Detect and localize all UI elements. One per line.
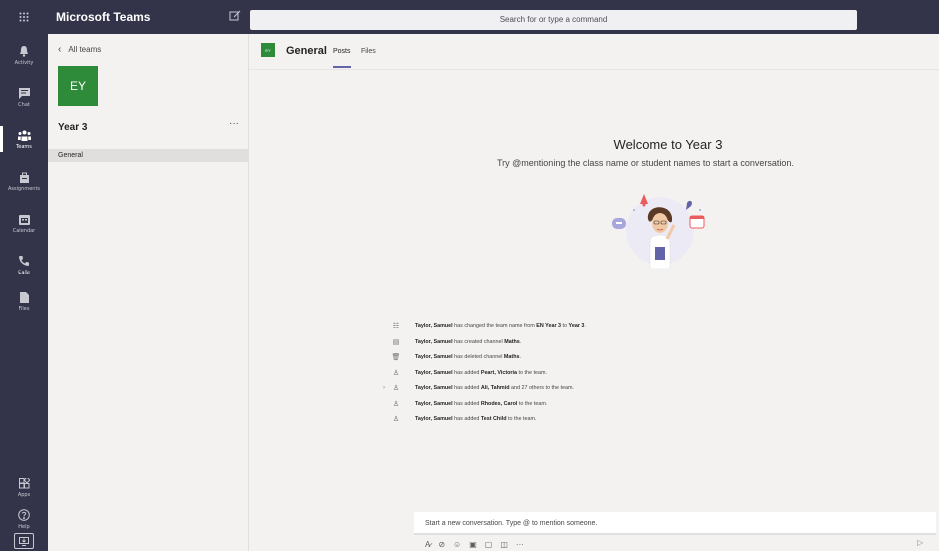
rail-item-assignments[interactable]: Assignments [0,160,48,202]
send-icon[interactable]: ▷ [917,538,923,547]
all-teams-link[interactable]: ‹ All teams [58,44,101,55]
activity-text: Taylor, Samuel has added Peart, Victoria… [415,369,547,376]
chevron-right-icon[interactable]: › [383,385,385,391]
list-item: ♙ Taylor, Samuel has added Test Child to… [391,413,791,429]
active-tab-indicator [333,66,351,68]
help-icon [17,508,31,522]
compose-toolbar: A̷ ⊘ ☺ ▣ ▢ ◫ ··· [425,538,524,550]
welcome-illustration [610,189,710,270]
list-item: ▤ Taylor, Samuel has created channel Mat… [391,336,791,352]
team-rename-icon: ☷ [392,323,400,330]
list-item: 🗑 Taylor, Samuel has deleted channel Mat… [391,351,791,367]
gif-icon[interactable]: ▣ [469,540,477,549]
list-item: ♙ Taylor, Samuel has added Peart, Victor… [391,367,791,383]
rail-item-calendar[interactable]: Calendar [0,202,48,244]
tab-posts[interactable]: Posts [333,48,351,55]
more-apps-button[interactable]: ... [0,266,48,277]
new-chat-icon[interactable] [229,9,245,25]
file-icon [17,290,31,304]
emoji-icon[interactable]: ☺ [453,540,461,549]
rail-label: Help [18,524,30,530]
format-icon[interactable]: A̷ [425,540,430,549]
rail-label: Files [18,306,30,312]
rail-item-activity[interactable]: Activity [0,34,48,76]
new-conversation-input[interactable]: Start a new conversation. Type @ to ment… [414,512,936,535]
activity-text: Taylor, Samuel has added Ali, Tahmid and… [415,385,574,391]
download-app-icon[interactable] [14,533,34,549]
search-input[interactable]: Search for or type a command [250,10,857,30]
team-more-options-button[interactable]: ··· [229,118,239,129]
rail-label: Chat [18,102,30,108]
add-person-icon: ♙ [392,385,400,392]
assignments-icon [17,170,31,184]
bell-icon [17,44,31,58]
add-person-icon: ♙ [392,400,400,408]
team-name: Year 3 [58,122,88,133]
activity-text: Taylor, Samuel has changed the team name… [415,323,586,329]
list-item: ☷ Taylor, Samuel has changed the team na… [391,320,791,336]
channel-team-avatar: EY [261,43,275,57]
calendar-icon [17,212,31,226]
team-avatar: EY [58,66,98,106]
teams-icon [17,128,31,142]
channel-header: EY General Posts Files [249,34,939,70]
teams-panel: ‹ All teams EY Year 3 ··· General [48,34,249,551]
activity-text: Taylor, Samuel has deleted channel Maths… [415,354,521,360]
meet-now-icon[interactable]: ◫ [500,540,508,549]
trash-icon: 🗑 [391,354,401,361]
add-person-icon: ♙ [392,369,400,377]
rail-label: Calendar [12,228,36,234]
app-title: Microsoft Teams [56,10,151,24]
rail-label: Teams [16,144,32,150]
list-item[interactable]: › ♙ Taylor, Samuel has added Ali, Tahmid… [383,382,791,398]
chat-icon [17,86,31,100]
activity-text: Taylor, Samuel has added Test Child to t… [415,416,537,422]
rail-item-chat[interactable]: Chat [0,76,48,118]
rail-label: Activity [14,60,34,66]
rail-item-calls[interactable]: Calls [0,244,48,286]
activity-text: Taylor, Samuel has added Rhodes, Carol t… [415,400,548,407]
chevron-left-icon: ‹ [58,44,62,55]
welcome-subtitle: Try @mentioning the class name or studen… [497,158,794,168]
channel-create-icon: ▤ [392,338,400,346]
activity-text: Taylor, Samuel has created channel Maths… [415,338,522,345]
list-item: ♙ Taylor, Samuel has added Rhodes, Carol… [391,398,791,414]
channel-title: General [286,45,327,57]
rail-item-files[interactable]: Files [0,286,48,316]
add-person-icon: ♙ [392,416,400,423]
all-teams-label: All teams [68,45,102,54]
sticker-icon[interactable]: ▢ [485,540,493,549]
more-options-button[interactable]: ··· [516,540,524,549]
channel-item-general[interactable]: General [48,149,248,162]
rail-item-teams[interactable]: Teams [0,118,48,160]
attach-icon[interactable]: ⊘ [438,540,445,549]
apps-icon [17,476,31,490]
activity-list: ☷ Taylor, Samuel has changed the team na… [383,320,791,429]
app-launcher-icon[interactable] [0,0,48,34]
title-bar: Microsoft Teams Search for or type a com… [0,0,939,34]
welcome-title: Welcome to Year 3 [613,137,723,152]
tab-files[interactable]: Files [361,48,376,55]
rail-label: Assignments [7,186,41,192]
